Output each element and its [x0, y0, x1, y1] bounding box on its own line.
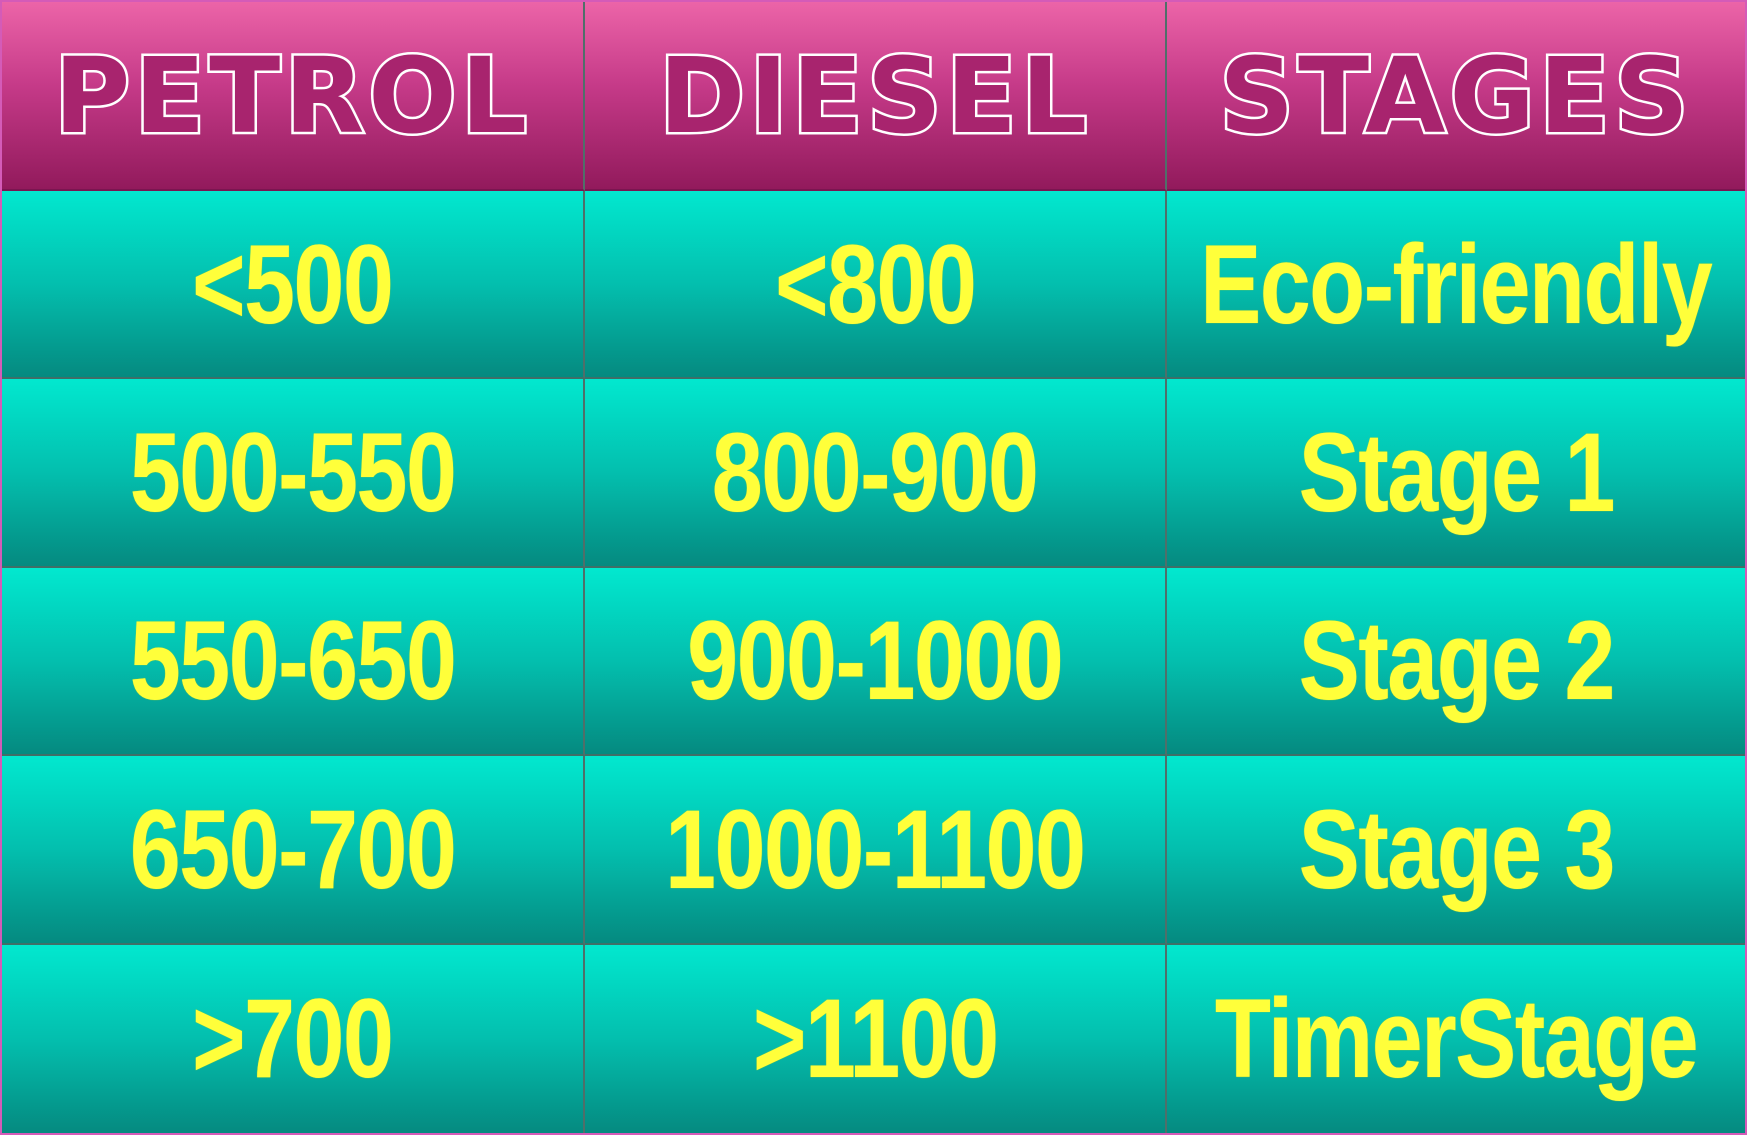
stage-value: Stage 2 [1298, 598, 1615, 724]
diesel-value: 800-900 [712, 410, 1039, 536]
header-cell-diesel: DIESEL [585, 2, 1167, 191]
table-cell: 650-700 [2, 756, 585, 945]
header-label-diesel: DIESEL [656, 32, 1092, 159]
diesel-value: 1000-1100 [665, 786, 1086, 912]
stage-value: Stage 1 [1298, 410, 1615, 536]
table-cell: <800 [585, 191, 1167, 380]
stage-value: TimerStage [1214, 976, 1699, 1102]
petrol-value: 500-550 [129, 410, 457, 536]
petrol-value: <500 [192, 221, 394, 347]
table-cell: >700 [2, 944, 585, 1133]
table-cell: 800-900 [585, 379, 1167, 568]
table-cell: 550-650 [2, 567, 585, 757]
emission-stages-table: PETROL DIESEL STAGES <500 <800 Eco-frien… [0, 0, 1747, 1135]
stage-value: Stage 3 [1298, 786, 1615, 912]
table-cell: Stage 1 [1167, 379, 1745, 568]
diesel-value: <800 [774, 221, 977, 347]
petrol-value: >700 [192, 976, 394, 1102]
table-cell: 1000-1100 [585, 756, 1167, 945]
table-cell: Stage 3 [1167, 756, 1745, 945]
petrol-value: 550-650 [129, 598, 457, 724]
header-label-petrol: PETROL [52, 32, 531, 159]
petrol-value: 650-700 [129, 786, 457, 912]
table-cell: Eco-friendly [1167, 191, 1745, 380]
header-cell-petrol: PETROL [2, 2, 585, 191]
table-cell: TimerStage [1167, 944, 1745, 1133]
table-cell: 900-1000 [585, 567, 1167, 757]
diesel-value: 900-1000 [687, 598, 1064, 724]
stage-value: Eco-friendly [1200, 221, 1713, 347]
table-cell: >1100 [585, 944, 1167, 1133]
table-cell: <500 [2, 191, 585, 380]
table-cell: Stage 2 [1167, 567, 1745, 757]
header-label-stages: STAGES [1217, 32, 1693, 159]
header-cell-stages: STAGES [1167, 2, 1745, 191]
table-cell: 500-550 [2, 379, 585, 568]
diesel-value: >1100 [752, 976, 999, 1102]
